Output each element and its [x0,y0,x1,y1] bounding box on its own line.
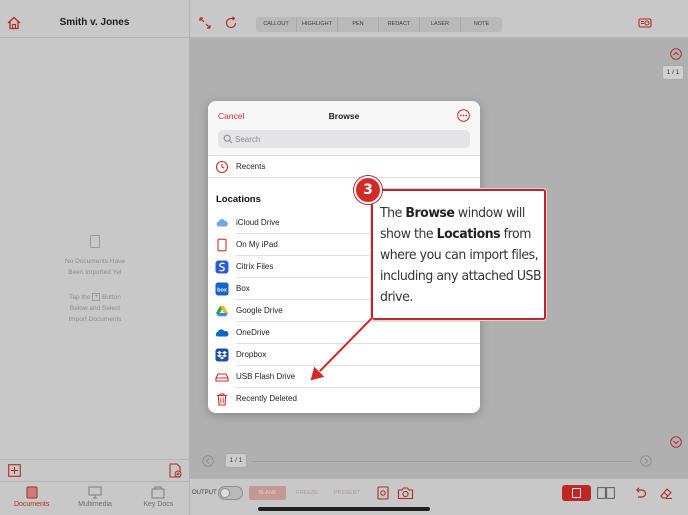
search-bar [218,130,470,148]
tutorial-callout: The Browse window will show the Location… [371,189,546,320]
more-icon[interactable] [457,109,470,122]
location-label: USB Flash Drive [236,372,296,381]
callout-bold-browse: Browse [405,205,455,221]
locations-heading: Locations [216,194,261,205]
location-usb-flash-drive[interactable]: USB Flash Drive [208,366,480,388]
step-number-badge: 3 [354,176,382,204]
location-onedrive[interactable]: OneDrive [208,322,480,344]
callout-text-1: The [380,205,406,221]
svg-text:box: box [217,287,228,293]
ipad-icon [217,238,227,252]
browse-header: Cancel Browse [208,101,480,156]
trash-icon [217,393,227,406]
location-label: Dropbox [236,350,267,359]
location-label: OneDrive [236,328,270,337]
search-input[interactable] [235,130,455,148]
location-label: Citrix Files [236,262,274,271]
location-label: iCloud Drive [236,218,280,227]
google-drive-icon [216,306,228,317]
location-label: Box [236,284,250,293]
search-icon [223,134,233,144]
recents-label: Recents [236,162,266,171]
usb-drive-icon [215,373,229,382]
citrix-icon [215,260,229,274]
clock-icon [215,160,229,174]
location-label: Google Drive [236,306,283,315]
location-recently-deleted[interactable]: Recently Deleted [208,388,480,410]
box-icon: box [215,282,229,296]
location-label: Recently Deleted [236,394,297,403]
browse-title: Browse [328,111,360,121]
cloud-icon [216,219,228,227]
callout-text: The Browse window will show the Location… [380,203,551,308]
divider [208,177,480,178]
recents-item[interactable]: Recents [208,156,480,178]
callout-bold-locations: Locations [436,226,501,242]
location-dropbox[interactable]: Dropbox [208,344,480,366]
onedrive-icon [215,329,229,337]
dropbox-icon [215,348,229,362]
location-label: On My iPad [236,240,278,249]
